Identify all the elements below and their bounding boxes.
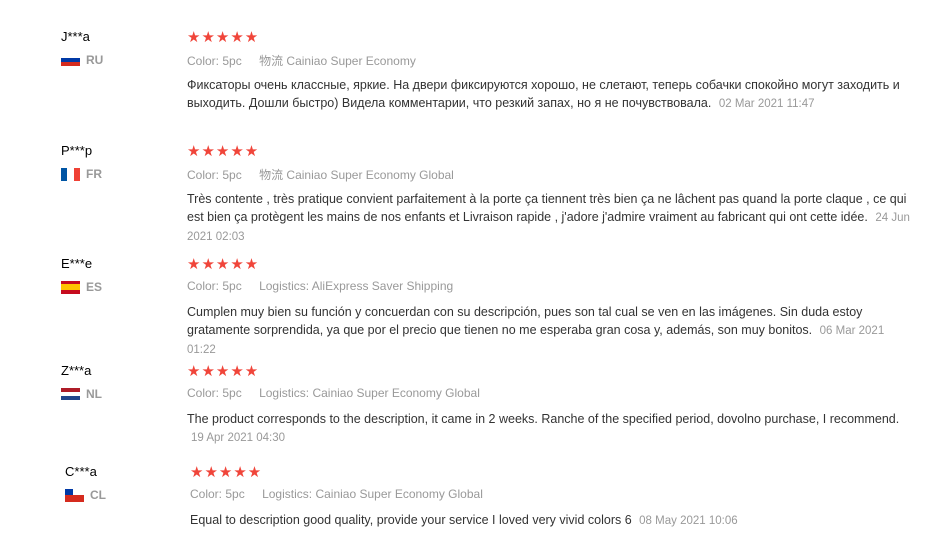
reviewer-name: J***a xyxy=(61,29,90,44)
review-body: Très contente , très pratique convient p… xyxy=(187,192,907,224)
color-label: Color: xyxy=(187,386,220,400)
review-text: Equal to description good quality, provi… xyxy=(190,511,915,530)
reviewer-name: C***a xyxy=(65,464,97,479)
review-text: Très contente , très pratique convient p… xyxy=(187,190,912,246)
flag-cl-icon xyxy=(65,488,84,502)
color-label: Color: xyxy=(187,168,220,182)
country-code: CL xyxy=(90,488,106,502)
color-label: Color: xyxy=(187,279,220,293)
reviewer-name: E***e xyxy=(61,256,93,271)
flag-es-icon xyxy=(61,280,80,294)
color-value: 5pc xyxy=(222,168,242,182)
logistics-value: Cainiao Super Economy Global xyxy=(286,168,454,182)
review-body: The product corresponds to the descripti… xyxy=(187,412,900,426)
review-text: The product corresponds to the descripti… xyxy=(187,410,912,447)
flag-ru-icon xyxy=(61,53,80,67)
star-rating: ★★★★★ xyxy=(187,29,260,46)
color-label: Color: xyxy=(187,54,220,68)
review-meta: Color: 5pc Logistics: Cainiao Super Econ… xyxy=(187,386,480,400)
star-rating: ★★★★★ xyxy=(187,143,260,160)
logistics-value: AliExpress Saver Shipping xyxy=(311,279,454,293)
review-date: 19 Apr 2021 04:30 xyxy=(191,432,285,444)
review-date: 08 May 2021 10:06 xyxy=(639,515,738,527)
review-meta: Color: 5pc Logistics: AliExpress Saver S… xyxy=(187,279,453,293)
country-code: FR xyxy=(86,167,102,181)
review-body: Cumplen muy bien su función y concuerdan… xyxy=(187,305,863,337)
reviewer-name: P***p xyxy=(61,143,93,158)
star-rating: ★★★★★ xyxy=(187,363,260,380)
star-rating: ★★★★★ xyxy=(187,256,260,273)
flag-fr-icon xyxy=(61,167,80,181)
reviewer-country: CL xyxy=(65,488,106,502)
review-date: 02 Mar 2021 11:47 xyxy=(718,98,815,110)
country-code: NL xyxy=(86,387,102,401)
reviewer-country: FR xyxy=(61,167,102,181)
flag-nl-icon xyxy=(61,387,80,401)
country-code: RU xyxy=(86,53,104,67)
color-value: 5pc xyxy=(222,279,242,293)
review-meta: Color: 5pc 物流 Cainiao Super Economy Glob… xyxy=(187,166,454,183)
logistics-label: Logistics: xyxy=(259,279,310,293)
reviewer-name: Z***a xyxy=(61,363,92,378)
reviewer-country: NL xyxy=(61,387,102,401)
logistics-label: 物流 xyxy=(259,54,284,68)
logistics-label: 物流 xyxy=(259,168,284,182)
star-rating: ★★★★★ xyxy=(190,464,263,481)
review-text: Cumplen muy bien su función y concuerdan… xyxy=(187,303,912,359)
logistics-value: Cainiao Super Economy Global xyxy=(312,386,480,400)
review-meta: Color: 5pc 物流 Cainiao Super Economy xyxy=(187,52,416,69)
reviewer-country: ES xyxy=(61,280,102,294)
color-value: 5pc xyxy=(222,386,242,400)
color-value: 5pc xyxy=(222,54,242,68)
review-meta: Color: 5pc Logistics: Cainiao Super Econ… xyxy=(190,487,483,501)
color-value: 5pc xyxy=(225,487,245,501)
logistics-value: Cainiao Super Economy xyxy=(286,54,416,68)
country-code: ES xyxy=(86,280,103,294)
review-text: Фиксаторы очень классные, яркие. На двер… xyxy=(187,76,912,113)
review-body: Equal to description good quality, provi… xyxy=(190,513,632,527)
reviewer-country: RU xyxy=(61,53,103,67)
logistics-label: Logistics: xyxy=(262,487,313,501)
logistics-value: Cainiao Super Economy Global xyxy=(315,487,483,501)
logistics-label: Logistics: xyxy=(259,386,310,400)
color-label: Color: xyxy=(190,487,223,501)
